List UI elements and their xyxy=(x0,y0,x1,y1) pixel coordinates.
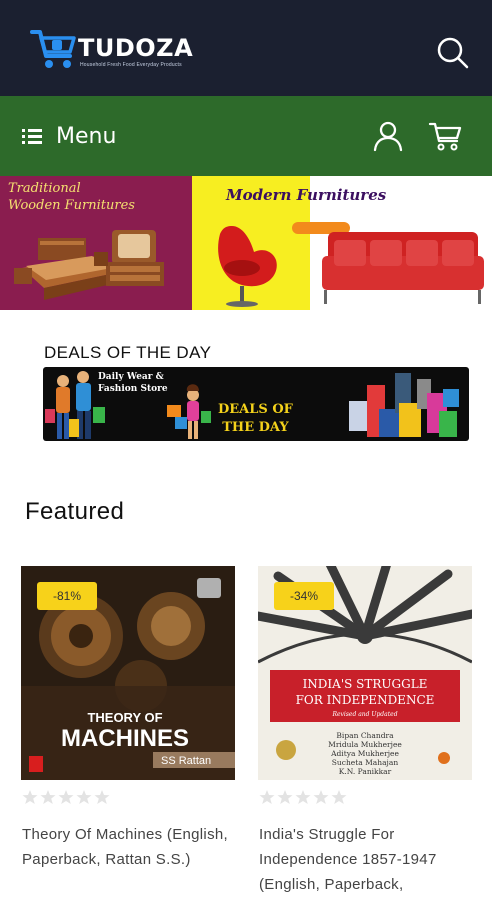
cover-subtitle: Revised and Updated xyxy=(331,711,397,718)
cover-title-small: THEORY OF xyxy=(87,710,162,725)
star-icon xyxy=(22,790,38,804)
menu-icon xyxy=(22,129,42,144)
account-button[interactable] xyxy=(372,120,404,152)
product-image[interactable]: INDIA'S STRUGGLE FOR INDEPENDENCE Revise… xyxy=(258,566,472,780)
star-icon xyxy=(295,790,311,804)
featured-section-title: Featured xyxy=(25,498,125,525)
deals-banner[interactable]: Daily Wear & Fashion Store DEALS OF THE … xyxy=(43,367,469,441)
star-icon xyxy=(313,790,329,804)
star-icon xyxy=(76,790,92,804)
user-icon xyxy=(373,121,403,152)
product-card[interactable]: THEORY OF MACHINES SS Rattan -81% Theory… xyxy=(21,566,235,900)
search-icon xyxy=(437,37,469,69)
product-image[interactable]: THEORY OF MACHINES SS Rattan -81% xyxy=(21,566,235,780)
cart-icon xyxy=(428,122,462,151)
menu-button[interactable]: Menu xyxy=(22,120,116,152)
shopping-bags-image xyxy=(349,373,459,437)
search-button[interactable] xyxy=(434,34,472,72)
deals-banner-store-text: Daily Wear & Fashion Store xyxy=(98,372,168,394)
shopping-girl-image xyxy=(167,384,211,439)
discount-badge: -34% xyxy=(274,582,334,610)
wooden-furniture-image xyxy=(14,230,164,300)
top-header: TUDOZA Household Fresh Food Everyday Pro… xyxy=(0,0,492,96)
modern-furniture-image xyxy=(218,226,484,307)
star-icon xyxy=(40,790,56,804)
deals-banner-headline: DEALS OF THE DAY xyxy=(218,402,293,435)
menu-bar: Menu xyxy=(0,96,492,176)
star-icon xyxy=(58,790,74,804)
star-icon xyxy=(94,790,110,804)
logo-text: TUDOZA xyxy=(78,34,194,62)
cover-author-2: Mridula Mukherjee xyxy=(328,740,402,749)
rating-stars xyxy=(259,789,347,805)
logo-tagline: Household Fresh Food Everyday Products xyxy=(80,62,182,68)
menu-label: Menu xyxy=(56,123,117,149)
star-icon xyxy=(259,790,275,804)
rating-stars xyxy=(22,789,110,805)
cart-button[interactable] xyxy=(428,120,462,152)
tudoza-logo[interactable]: TUDOZA Household Fresh Food Everyday Pro… xyxy=(30,26,194,74)
star-icon xyxy=(277,790,293,804)
cover-title-line2: FOR INDEPENDENCE xyxy=(296,693,435,707)
product-card[interactable]: INDIA'S STRUGGLE FOR INDEPENDENCE Revise… xyxy=(258,566,472,900)
cover-author: SS Rattan xyxy=(161,755,211,767)
wooden-furniture-banner[interactable]: Traditional Wooden Furnitures xyxy=(0,176,192,310)
star-icon xyxy=(331,790,347,804)
deals-section-title: DEALS OF THE DAY xyxy=(44,343,212,362)
product-title[interactable]: Theory Of Machines (English, Paperback, … xyxy=(22,822,236,872)
promo-banner: Traditional Wooden Furnitures Modern Fur… xyxy=(0,176,492,310)
cover-title-line1: INDIA'S STRUGGLE xyxy=(303,677,428,691)
cover-author-1: Bipan Chandra xyxy=(336,731,394,740)
product-title[interactable]: India's Struggle For Independence 1857-1… xyxy=(259,822,473,897)
cover-author-3: Aditya Mukherjee xyxy=(330,749,399,758)
cover-title-big: MACHINES xyxy=(61,725,189,752)
modern-furniture-banner[interactable]: Modern Furnitures xyxy=(192,176,492,310)
cover-author-4: Sucheta Mahajan xyxy=(332,758,399,767)
discount-badge: -81% xyxy=(37,582,97,610)
cart-logo-icon xyxy=(30,30,76,68)
cover-author-5: K.N. Panikkar xyxy=(339,767,392,776)
